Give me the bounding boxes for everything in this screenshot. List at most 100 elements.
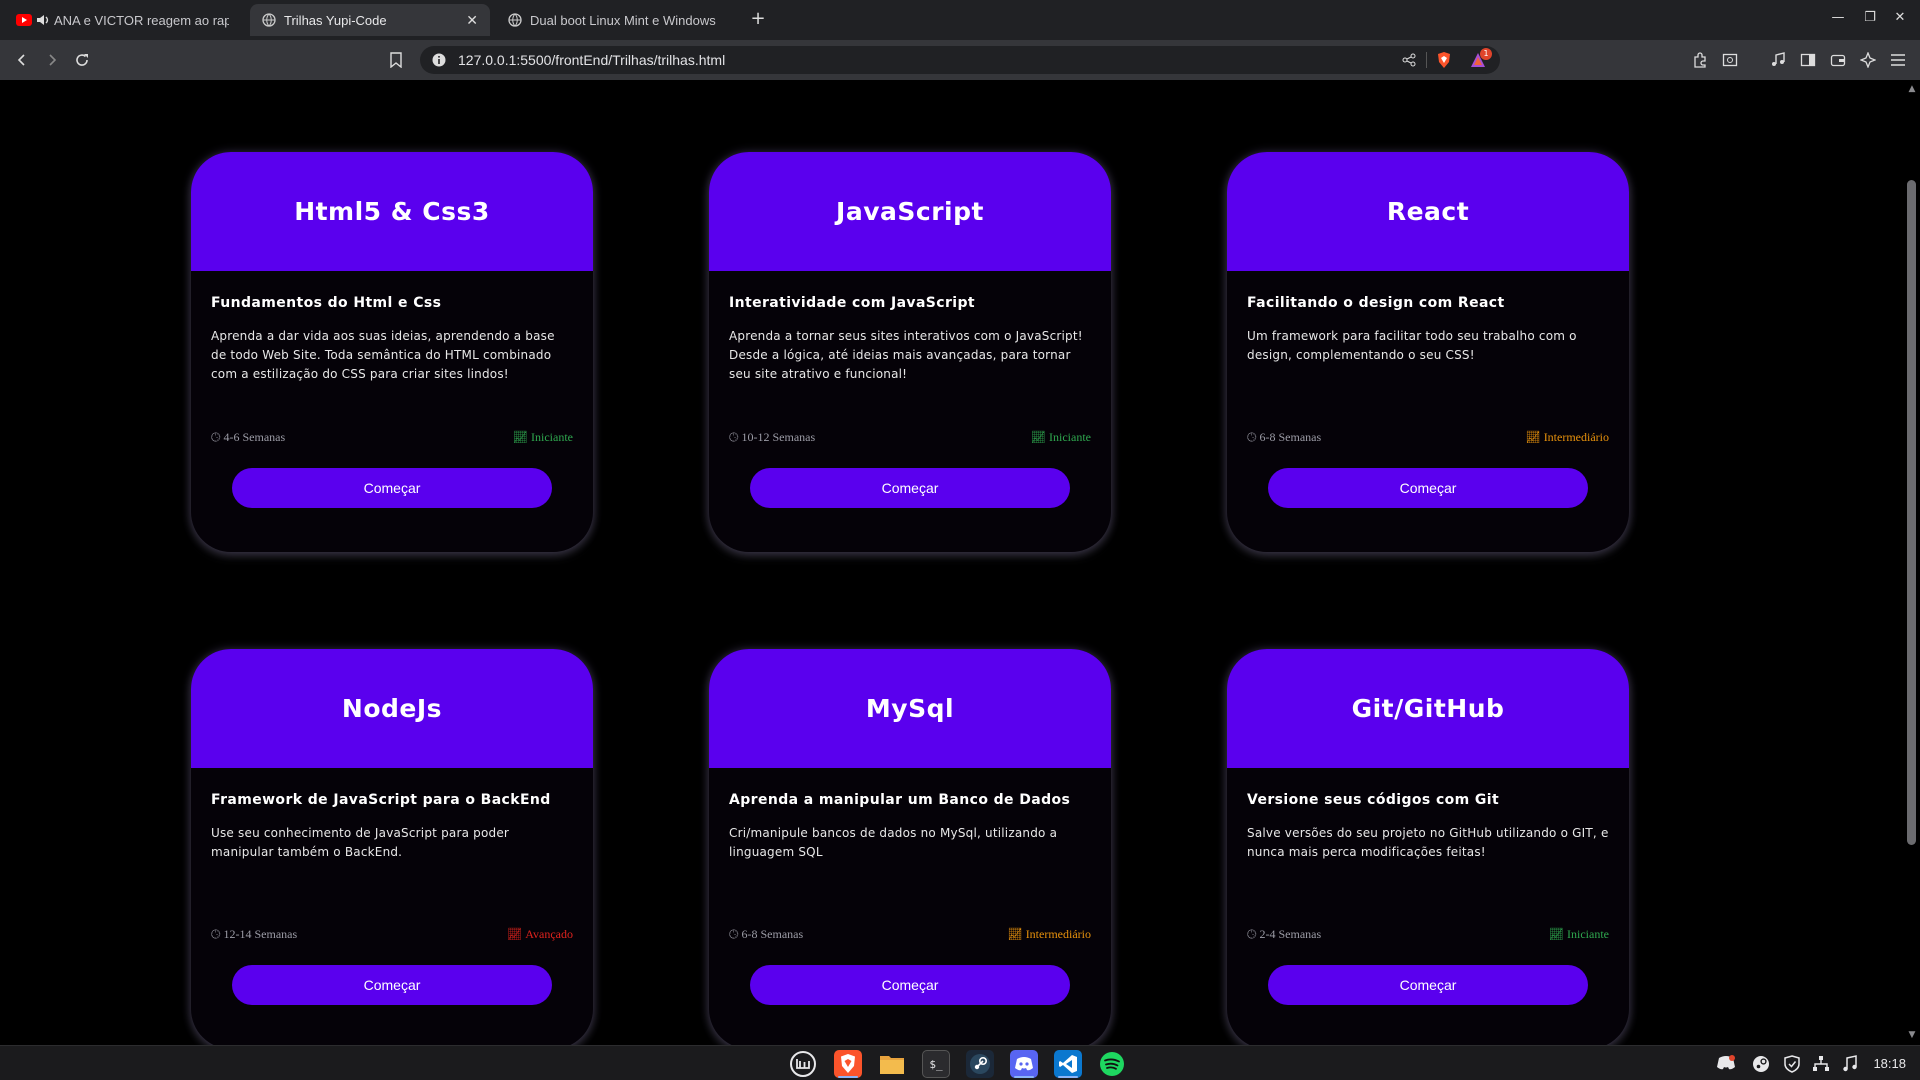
card-subtitle: Framework de JavaScript para o BackEnd [211,792,551,808]
trending-up-icon: 📈︎ [1548,927,1565,941]
clock-icon: 🕓︎ [729,927,739,941]
level-text: Iniciante [531,430,573,444]
course-card-javascript: JavaScript Interatividade com JavaScript… [709,152,1111,552]
card-description: Use seu conhecimento de JavaScript para … [211,826,510,859]
card-title: Git/GitHub [1351,694,1505,723]
reload-icon[interactable] [70,48,94,72]
level-text: Iniciante [1567,927,1609,941]
brave-shield-icon[interactable] [1436,51,1452,69]
mint-menu-icon[interactable] [789,1050,817,1078]
duration-text: 6-8 Semanas [1259,430,1322,444]
card-header: Git/GitHub [1227,649,1629,768]
course-card-nodejs: NodeJs Framework de JavaScript para o Ba… [191,649,593,1045]
start-button[interactable]: Começar [750,965,1070,1005]
card-description: Cri/manipule bancos de dados no MySql, u… [729,826,1058,859]
start-button[interactable]: Começar [232,468,552,508]
bookmark-icon[interactable] [384,48,408,72]
start-button[interactable]: Começar [1268,965,1588,1005]
tab-youtube[interactable]: ANA e VICTOR reagem ao rap [4,4,244,36]
minimize-icon[interactable]: — [1828,10,1848,25]
page-content: Html5 & Css3 Fundamentos do Html e Css A… [0,80,1904,1045]
youtube-icon [16,14,32,26]
music-icon[interactable] [1766,48,1790,72]
network-icon[interactable] [1812,1055,1830,1077]
wallet-icon[interactable] [1826,48,1850,72]
discord-tray-icon[interactable] [1716,1055,1736,1075]
card-description: Aprenda a dar vida aos suas ideias, apre… [211,329,555,381]
start-button[interactable]: Começar [232,965,552,1005]
trending-up-icon: 📈︎ [1007,927,1023,941]
new-tab-button[interactable]: + [746,8,770,32]
trending-up-icon: 📈︎ [1525,430,1541,444]
duration: 🕓︎ 6-8 Semanas [1247,430,1321,445]
terminal-icon[interactable]: $_ [922,1050,950,1078]
tab-dual-boot[interactable]: Dual boot Linux Mint e Windows [496,4,740,36]
card-subtitle: Versione seus códigos com Git [1247,792,1500,808]
steam-icon[interactable] [966,1050,994,1078]
tab-title: Dual boot Linux Mint e Windows [530,12,716,28]
duration-text: 4-6 Semanas [223,430,286,444]
audio-playing-icon[interactable] [36,14,50,26]
duration: 🕓︎ 4-6 Semanas [211,430,285,445]
back-icon[interactable] [10,48,34,72]
start-button[interactable]: Começar [1268,468,1588,508]
brave-browser-icon[interactable] [834,1050,862,1078]
tab-trilhas[interactable]: Trilhas Yupi-Code ✕ [250,4,490,36]
discord-icon[interactable] [1010,1050,1038,1078]
card-title: MySql [865,694,955,723]
clock-icon: 🕓︎ [211,927,221,941]
steam-tray-icon[interactable] [1752,1055,1770,1077]
leo-ai-icon[interactable] [1856,48,1880,72]
vscode-icon[interactable] [1054,1050,1082,1078]
address-bar[interactable]: 127.0.0.1:5500/frontEnd/Trilhas/trilhas.… [420,46,1500,74]
trending-up-icon: 📈︎ [1030,430,1047,444]
extensions-icon[interactable] [1688,48,1712,72]
sound-tray-icon[interactable] [1842,1055,1858,1077]
level-badge: 📈︎ Iniciante [513,430,573,445]
scroll-down-icon[interactable]: ▼ [1906,1030,1918,1042]
card-header: Html5 & Css3 [191,152,593,271]
forward-icon[interactable] [40,48,64,72]
card-subtitle: Facilitando o design com React [1247,295,1505,311]
close-tab-icon[interactable]: ✕ [466,12,478,29]
site-info-icon[interactable] [432,53,446,67]
scrollbar-thumb[interactable] [1907,180,1916,845]
level-text: Intermediário [1025,927,1091,941]
running-indicator [838,1076,858,1078]
sidebar-icon[interactable] [1796,48,1820,72]
duration: 🕓︎ 2-4 Semanas [1247,927,1321,942]
screenshot-icon[interactable] [1718,48,1742,72]
card-subtitle: Aprenda a manipular um Banco de Dados [729,792,1071,808]
shield-tray-icon[interactable] [1784,1055,1800,1077]
restore-icon[interactable]: ❐ [1860,10,1880,25]
card-header: MySql [709,649,1111,768]
card-title: Html5 & Css3 [294,197,490,226]
course-card-react: React Facilitando o design com React Um … [1227,152,1629,552]
card-header: NodeJs [191,649,593,768]
clock-icon: 🕓︎ [1247,927,1257,941]
duration: 🕓︎ 6-8 Semanas [729,927,803,942]
share-icon[interactable] [1402,53,1416,67]
card-header: JavaScript [709,152,1111,271]
clock-icon: 🕓︎ [729,430,739,444]
duration: 🕓︎ 10-12 Semanas [729,430,815,445]
trending-up-icon: 📈︎ [507,927,523,941]
files-icon[interactable] [878,1050,906,1078]
trending-up-icon: 📈︎ [512,430,529,444]
start-button[interactable]: Começar [750,468,1070,508]
course-card-mysql: MySql Aprenda a manipular um Banco de Da… [709,649,1111,1045]
duration-text: 6-8 Semanas [741,927,804,941]
duration-text: 2-4 Semanas [1259,927,1322,941]
globe-icon [262,13,276,27]
level-badge: 📈︎ Iniciante [1549,927,1609,942]
card-title: NodeJs [341,694,443,723]
course-card-html-css: Html5 & Css3 Fundamentos do Html e Css A… [191,152,593,552]
close-window-icon[interactable]: ✕ [1890,10,1910,25]
card-description: Aprenda a tornar seus sites interativos … [729,329,1083,381]
course-card-git-github: Git/GitHub Versione seus códigos com Git… [1227,649,1629,1045]
clock[interactable]: 18:18 [1873,1056,1906,1071]
brave-rewards-icon[interactable]: 1 [1470,48,1492,68]
scroll-up-icon[interactable]: ▲ [1906,84,1918,96]
menu-icon[interactable] [1886,48,1910,72]
spotify-icon[interactable] [1098,1050,1126,1078]
